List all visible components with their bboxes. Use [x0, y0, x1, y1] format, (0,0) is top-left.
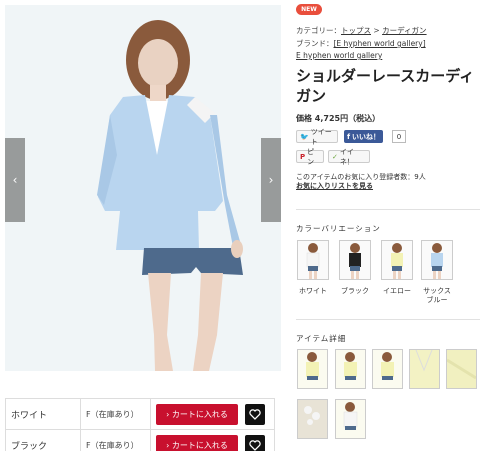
detail-thumb[interactable]: [335, 399, 366, 439]
variation-thumb-white[interactable]: [297, 240, 329, 280]
category-label: カテゴリー：: [296, 26, 341, 35]
twitter-icon: 🐦: [300, 132, 309, 141]
prev-image-arrow[interactable]: ‹: [5, 138, 25, 222]
tweet-label: ツイート: [310, 127, 332, 146]
pin-button[interactable]: P ピン: [296, 148, 324, 166]
row-color: ブラック: [5, 429, 81, 451]
thumb-image: [447, 350, 476, 388]
thumb-image: [343, 402, 358, 430]
heart-icon: [249, 408, 261, 420]
pinterest-icon: P: [300, 152, 306, 161]
variation-thumb-saxe-blue[interactable]: [421, 240, 453, 280]
like-label: いいね！: [352, 132, 381, 141]
brand-line: ブランド：[E hyphen world gallery]: [296, 38, 426, 49]
chevron-left-icon: ‹: [12, 173, 18, 187]
next-image-arrow[interactable]: ›: [261, 138, 281, 222]
category-line: カテゴリー：トップス > カーディガン: [296, 25, 427, 36]
cart-label: カートに入れる: [171, 440, 228, 450]
availability-table: ホワイト F（在庫あり） › カートに入れる ブラック F（在庫あり） › カー…: [5, 398, 275, 451]
cart-label: カートに入れる: [171, 409, 228, 419]
variation-label: ホワイト: [299, 287, 327, 295]
detail-thumb[interactable]: [409, 349, 440, 389]
add-to-cart-button[interactable]: › カートに入れる: [156, 434, 238, 451]
tweet-button[interactable]: 🐦 ツイート: [296, 128, 338, 146]
pin-label: ピン: [307, 147, 315, 166]
heart-icon: [249, 439, 261, 451]
facebook-icon: f: [347, 132, 351, 141]
brand-link[interactable]: [E hyphen world gallery]: [334, 39, 426, 48]
breadcrumb-separator: >: [373, 26, 380, 35]
detail-thumb[interactable]: [372, 349, 403, 389]
chevron-right-icon: ›: [268, 173, 274, 187]
detail-thumb[interactable]: [335, 349, 366, 389]
favorite-button[interactable]: [244, 434, 265, 451]
iine-label: イイネ！: [339, 147, 354, 166]
thumb-image: [298, 400, 327, 438]
row-stock: F（在庫あり）: [80, 398, 151, 430]
thumb-image: [344, 352, 357, 380]
divider: [296, 209, 480, 210]
thumb-image: [381, 352, 394, 380]
table-row: ブラック F（在庫あり） › カートに入れる: [5, 429, 275, 451]
thumb-image: [431, 243, 443, 279]
iine-button[interactable]: ✓ イイネ！: [328, 148, 370, 166]
thumb-image: [391, 243, 403, 279]
detail-thumb[interactable]: [297, 349, 328, 389]
facebook-like-button[interactable]: f いいね！: [344, 130, 384, 143]
variation-thumb-yellow[interactable]: [381, 240, 413, 280]
item-detail-title: アイテム詳細: [296, 334, 347, 343]
product-title: ショルダーレースカーディガン: [296, 67, 475, 105]
detail-thumb[interactable]: [446, 349, 477, 389]
mixi-check-icon: ✓: [332, 152, 338, 161]
model-illustration: [5, 5, 281, 371]
like-count: 0: [392, 130, 406, 143]
favorite-list-link[interactable]: お気に入りリストを見る: [296, 181, 373, 191]
color-variation-title: カラーバリエーション: [296, 224, 381, 233]
favorite-button[interactable]: [244, 403, 265, 425]
thumb-image: [410, 350, 439, 388]
variation-label: イエロー: [383, 287, 411, 295]
thumb-image: [306, 352, 319, 380]
product-price: 価格 4,725円（税込）: [296, 114, 381, 123]
variation-label: サックス ブルー: [423, 287, 451, 304]
new-badge: NEW: [296, 4, 322, 15]
row-stock: F（在庫あり）: [80, 429, 151, 451]
variation-label: ブラック: [341, 287, 369, 295]
breadcrumb-cardigan[interactable]: カーディガン: [382, 26, 426, 35]
divider: [296, 319, 480, 320]
add-to-cart-button[interactable]: › カートに入れる: [156, 403, 238, 425]
brand-name-link[interactable]: E hyphen world gallery: [296, 51, 382, 60]
breadcrumb-tops[interactable]: トップス: [341, 26, 371, 35]
brand-label: ブランド：: [296, 39, 334, 48]
brand-line-2: E hyphen world gallery: [296, 51, 382, 60]
thumb-image: [306, 243, 320, 279]
main-product-photo: ‹ ›: [5, 5, 281, 371]
table-row: ホワイト F（在庫あり） › カートに入れる: [5, 398, 275, 430]
row-color: ホワイト: [5, 398, 81, 430]
variation-thumb-black[interactable]: [339, 240, 371, 280]
thumb-image: [349, 243, 361, 279]
row-actions: › カートに入れる: [150, 429, 275, 451]
row-actions: › カートに入れる: [150, 398, 275, 430]
detail-thumb[interactable]: [297, 399, 328, 439]
